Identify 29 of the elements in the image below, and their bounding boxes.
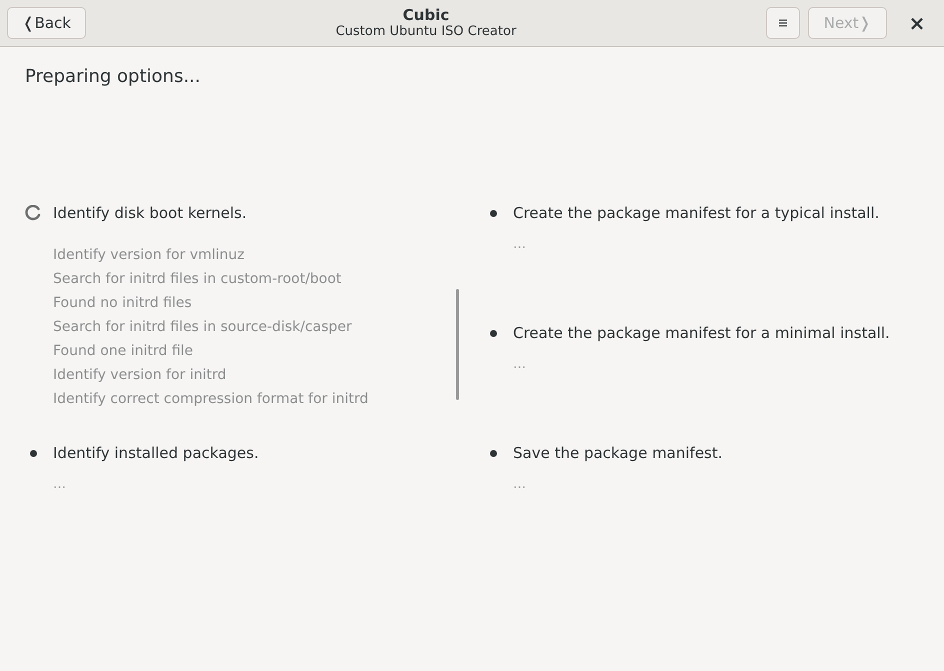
task-title: Identify installed packages. [53,442,259,464]
close-button[interactable]: × [903,9,931,37]
task-title: Create the package manifest for a minimal install. [513,322,890,344]
bullet-icon [490,330,496,336]
menu-button[interactable] [766,7,800,39]
spinner-icon [25,205,41,221]
back-button[interactable]: ❬Back [7,7,86,39]
log-line: Identify correct compression format for initrd [53,390,368,409]
ellipsis-text: … [53,476,66,494]
scrollbar[interactable] [456,289,459,400]
log-line: Search for initrd files in source-disk/casper [53,318,352,337]
bullet-icon [490,450,496,456]
log-line: Identify version for initrd [53,366,226,385]
task-title: Save the package manifest. [513,442,723,464]
ellipsis-text: … [513,476,526,494]
task-title: Create the package manifest for a typical install. [513,202,880,224]
ellipsis-text: … [513,356,526,374]
log-line: Found one initrd file [53,342,194,361]
log-line: Search for initrd files in custom-root/boot [53,270,342,289]
window-subtitle: Custom Ubuntu ISO Creator [336,24,516,40]
task-title: Identify disk boot kernels. [53,202,247,224]
page-heading: Preparing options... [25,66,202,88]
log-line: Found no initrd files [53,294,192,313]
menu-icon [779,17,787,29]
bullet-icon [490,210,496,216]
bullet-icon [30,450,36,456]
ellipsis-text: … [513,236,526,254]
log-line: Identify version for vmlinuz [53,246,245,265]
window-title: Cubic [402,6,450,24]
